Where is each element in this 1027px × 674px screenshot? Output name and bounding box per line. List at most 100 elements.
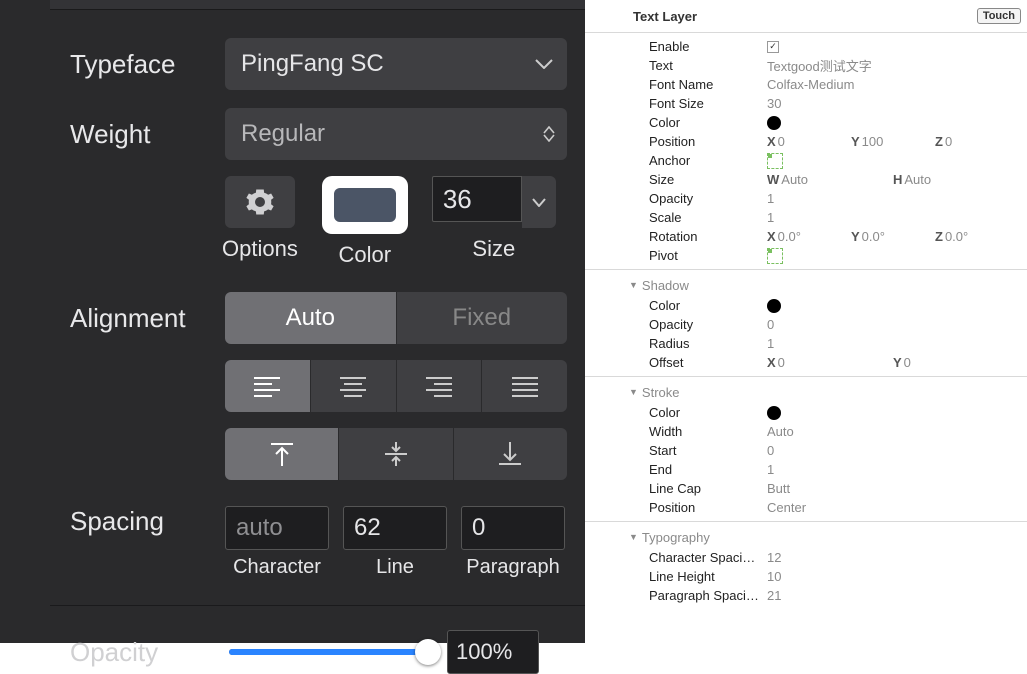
stroke-color-dot[interactable] — [767, 406, 781, 420]
pivot-icon[interactable] — [767, 248, 783, 264]
position-label: Position — [649, 134, 767, 149]
position-y[interactable]: Y100 — [851, 134, 935, 149]
text-value[interactable]: Textgood测试文字 — [767, 56, 872, 75]
size-w[interactable]: WAuto — [767, 172, 893, 187]
chevron-down-icon — [535, 59, 553, 69]
valign-bottom-icon — [497, 440, 523, 468]
align-right-icon — [424, 375, 454, 397]
lineheight-value[interactable]: 10 — [767, 569, 781, 584]
shadow-offset-x[interactable]: X0 — [767, 355, 893, 370]
color-label: Color — [649, 115, 767, 130]
color-swatch[interactable] — [322, 176, 408, 234]
stroke-section: ▼Stroke Color WidthAuto Start0 End1 Line… — [585, 376, 1027, 521]
options-sublabel: Options — [222, 236, 298, 262]
top-strip — [50, 0, 585, 10]
typography-header[interactable]: ▼Typography — [585, 526, 1027, 548]
shadow-color-dot[interactable] — [767, 299, 781, 313]
size-sublabel: Size — [472, 236, 515, 262]
alignment-label: Alignment — [70, 303, 225, 334]
size-stepper[interactable] — [522, 176, 556, 228]
scale-value[interactable]: 1 — [767, 210, 774, 225]
pivot-label: Pivot — [649, 248, 767, 263]
opacity-slider[interactable] — [229, 649, 429, 655]
stroke-header[interactable]: ▼Stroke — [585, 381, 1027, 403]
fontname-label: Font Name — [649, 77, 767, 92]
stroke-linecap-value[interactable]: Butt — [767, 481, 790, 496]
divider — [50, 605, 585, 606]
rotation-y[interactable]: Y0.0° — [851, 229, 935, 244]
stroke-width-value[interactable]: Auto — [767, 424, 794, 439]
design-panel: Typeface PingFang SC Weight Regular Opti… — [0, 0, 585, 643]
align-center-icon — [338, 375, 368, 397]
rotation-x[interactable]: X0.0° — [767, 229, 851, 244]
disclosure-triangle-icon: ▼ — [629, 280, 638, 290]
typeface-value: PingFang SC — [241, 50, 384, 78]
fontsize-value[interactable]: 30 — [767, 96, 781, 111]
panel-title: Text Layer — [633, 9, 697, 24]
options-button[interactable] — [225, 176, 295, 228]
paraspacing-value[interactable]: 21 — [767, 588, 781, 603]
main-section: Enable✓ TextTextgood测试文字 Font NameColfax… — [585, 32, 1027, 269]
rotation-z[interactable]: Z0.0° — [935, 229, 1019, 244]
vertical-align-segment — [225, 428, 567, 480]
charspacing-label: Character Spaci… — [649, 550, 767, 565]
shadow-opacity-value[interactable]: 0 — [767, 317, 774, 332]
stroke-start-label: Start — [649, 443, 767, 458]
valign-top-button[interactable] — [225, 428, 339, 480]
valign-top-icon — [269, 440, 295, 468]
align-left-button[interactable] — [225, 360, 311, 412]
slider-fill — [229, 649, 429, 655]
size-label: Size — [649, 172, 767, 187]
valign-bottom-button[interactable] — [454, 428, 567, 480]
enable-checkbox[interactable]: ✓ — [767, 41, 779, 53]
size-input[interactable] — [432, 176, 522, 222]
color-swatch-inner — [334, 188, 396, 222]
shadow-radius-label: Radius — [649, 336, 767, 351]
opacity-input[interactable] — [447, 630, 539, 674]
typography-section: ▼Typography Character Spaci…12 Line Heig… — [585, 521, 1027, 609]
stroke-end-value[interactable]: 1 — [767, 462, 774, 477]
character-sublabel: Character — [233, 556, 321, 579]
i-opacity-value[interactable]: 1 — [767, 191, 774, 206]
stroke-start-value[interactable]: 0 — [767, 443, 774, 458]
stroke-position-label: Position — [649, 500, 767, 515]
shadow-offset-label: Offset — [649, 355, 767, 370]
align-fixed-button[interactable]: Fixed — [397, 292, 568, 344]
fontname-value[interactable]: Colfax-Medium — [767, 77, 854, 92]
position-x[interactable]: X0 — [767, 134, 851, 149]
disclosure-triangle-icon: ▼ — [629, 387, 638, 397]
position-z[interactable]: Z0 — [935, 134, 1019, 149]
inspector-panel: Text Layer Touch Enable✓ TextTextgood测试文… — [585, 0, 1027, 643]
paragraph-spacing-input[interactable] — [461, 506, 565, 550]
charspacing-value[interactable]: 12 — [767, 550, 781, 565]
color-dot[interactable] — [767, 116, 781, 130]
shadow-header[interactable]: ▼Shadow — [585, 274, 1027, 296]
align-auto-button[interactable]: Auto — [225, 292, 397, 344]
align-justify-icon — [510, 375, 540, 397]
valign-middle-button[interactable] — [339, 428, 453, 480]
shadow-offset-y[interactable]: Y0 — [893, 355, 1019, 370]
gear-icon — [245, 187, 275, 217]
spacing-label: Spacing — [70, 506, 225, 537]
line-sublabel: Line — [376, 556, 414, 579]
paragraph-sublabel: Paragraph — [466, 556, 559, 579]
stroke-position-value[interactable]: Center — [767, 500, 806, 515]
line-spacing-input[interactable] — [343, 506, 447, 550]
size-h[interactable]: HAuto — [893, 172, 1019, 187]
stroke-color-label: Color — [649, 405, 767, 420]
i-opacity-label: Opacity — [649, 191, 767, 206]
anchor-icon[interactable] — [767, 153, 783, 169]
stepper-icon — [543, 126, 555, 142]
disclosure-triangle-icon: ▼ — [629, 532, 638, 542]
shadow-radius-value[interactable]: 1 — [767, 336, 774, 351]
align-right-button[interactable] — [397, 360, 483, 412]
touch-button[interactable]: Touch — [977, 8, 1021, 24]
opacity-label: Opacity — [70, 637, 225, 668]
align-center-button[interactable] — [311, 360, 397, 412]
stroke-end-label: End — [649, 462, 767, 477]
typeface-select[interactable]: PingFang SC — [225, 38, 567, 90]
align-justify-button[interactable] — [482, 360, 567, 412]
weight-select[interactable]: Regular — [225, 108, 567, 160]
rotation-label: Rotation — [649, 229, 767, 244]
character-spacing-input[interactable] — [225, 506, 329, 550]
